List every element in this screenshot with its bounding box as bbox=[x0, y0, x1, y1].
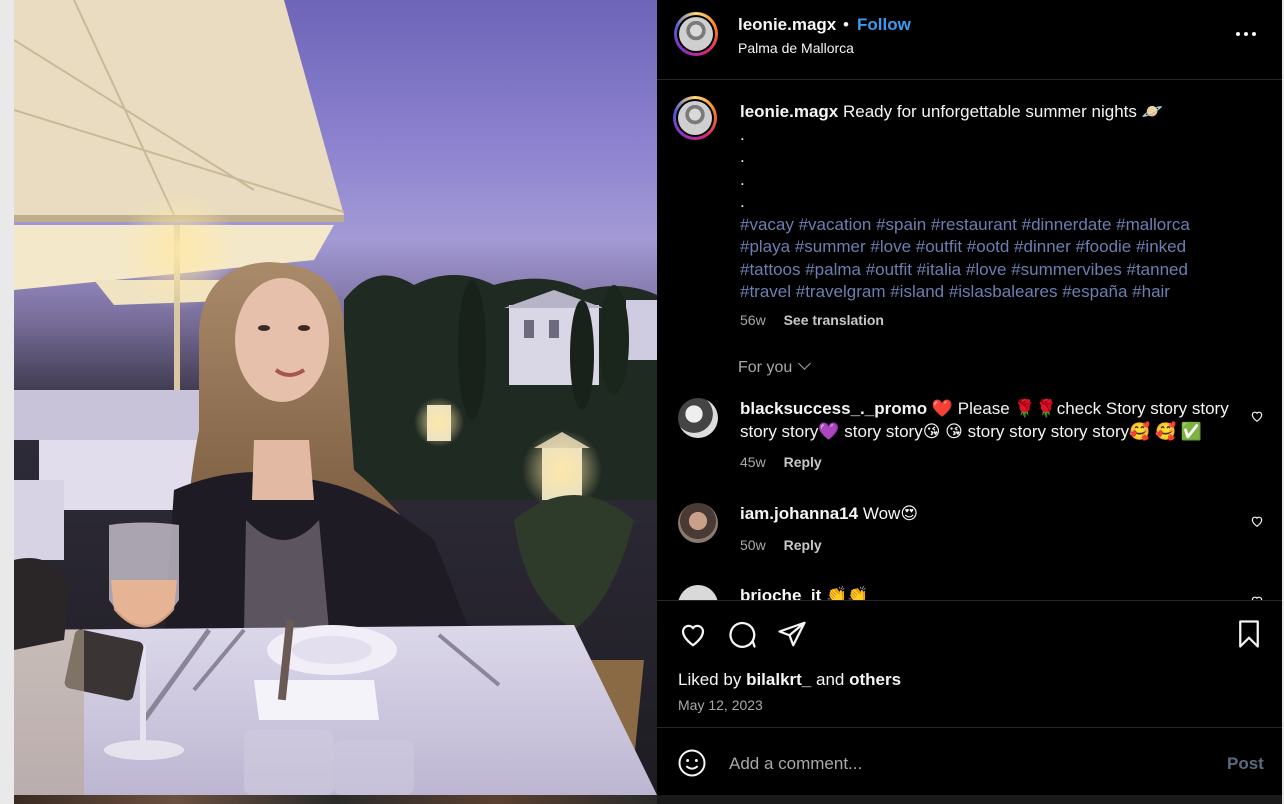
reply-button[interactable]: Reply bbox=[784, 537, 822, 553]
photo-illustration bbox=[14, 0, 657, 795]
for-you-label: For you bbox=[738, 359, 793, 376]
caption-text: Ready for unforgettable summer nights 🪐 bbox=[843, 102, 1163, 121]
post-caption: leonie.magx Ready for unforgettable summ… bbox=[740, 101, 1240, 304]
post-location[interactable]: Palma de Mallorca bbox=[738, 40, 854, 56]
liked-by-and: and bbox=[816, 670, 845, 689]
author-avatar[interactable] bbox=[674, 12, 718, 56]
header-separator: • bbox=[843, 15, 849, 34]
liked-by-prefix: Liked by bbox=[678, 670, 742, 689]
heart-icon[interactable] bbox=[677, 619, 709, 649]
comment-item: iam.johanna14 Wow😍 bbox=[740, 503, 1240, 526]
comment-item: blacksuccess_._promo ❤️ Please 🌹🌹check S… bbox=[740, 398, 1240, 443]
for-you-dropdown[interactable]: For you bbox=[738, 357, 812, 377]
page-background-bottom bbox=[14, 795, 657, 804]
post-comment-button[interactable]: Post bbox=[1227, 754, 1264, 774]
more-icon[interactable] bbox=[1234, 22, 1258, 46]
caption-meta: 56w See translation bbox=[740, 312, 884, 328]
caption-author-avatar[interactable] bbox=[673, 96, 717, 140]
post-date[interactable]: May 12, 2023 bbox=[678, 697, 763, 713]
caption-dot: . bbox=[740, 124, 745, 144]
comment-meta: 50w Reply bbox=[740, 537, 822, 553]
liked-by-others[interactable]: others bbox=[849, 670, 901, 689]
small-heart-icon[interactable] bbox=[1250, 514, 1264, 528]
share-icon[interactable] bbox=[777, 619, 807, 649]
bookmark-icon[interactable] bbox=[1236, 619, 1262, 649]
liked-by: Liked by bilalkrt_ and others bbox=[678, 670, 901, 690]
post-actions: Liked by bilalkrt_ and others May 12, 20… bbox=[657, 600, 1283, 796]
caption-dots: . . . . bbox=[740, 124, 1240, 214]
comment-meta: 45w Reply bbox=[740, 454, 822, 470]
caption-hashtags[interactable]: #vacay #vacation #spain #restaurant #din… bbox=[740, 214, 1240, 304]
see-translation-button[interactable]: See translation bbox=[784, 312, 884, 328]
comment-text: Wow😍 bbox=[862, 504, 919, 523]
instagram-post-modal: leonie.magx • Follow Palma de Mallorca l… bbox=[0, 0, 1284, 804]
caption-dot: . bbox=[740, 192, 745, 211]
comment-avatar[interactable] bbox=[678, 585, 718, 600]
reply-button[interactable]: Reply bbox=[784, 454, 822, 470]
page-background-left bbox=[0, 0, 14, 804]
comment-avatar[interactable] bbox=[678, 398, 718, 438]
comment-username[interactable]: brioche_it bbox=[740, 586, 821, 600]
comment-username[interactable]: blacksuccess_._promo bbox=[740, 399, 927, 418]
post-header: leonie.magx • Follow Palma de Mallorca bbox=[657, 0, 1283, 80]
comment-avatar[interactable] bbox=[678, 503, 718, 543]
author-username[interactable]: leonie.magx bbox=[738, 15, 836, 35]
caption-dot: . bbox=[740, 169, 745, 189]
liked-by-user[interactable]: bilalkrt_ bbox=[746, 670, 811, 689]
caption-username[interactable]: leonie.magx bbox=[740, 102, 838, 121]
comment-text: 👏👏 bbox=[825, 586, 869, 600]
caption-dot: . bbox=[740, 147, 745, 166]
comment-item: brioche_it 👏👏 bbox=[740, 585, 1240, 600]
post-details-panel: leonie.magx • Follow Palma de Mallorca l… bbox=[657, 0, 1283, 795]
emoji-icon[interactable] bbox=[677, 748, 707, 778]
comment-age: 50w bbox=[740, 537, 766, 553]
post-photo[interactable] bbox=[14, 0, 657, 795]
caption-age: 56w bbox=[740, 312, 766, 328]
follow-button[interactable]: Follow bbox=[857, 15, 911, 35]
comment-age: 45w bbox=[740, 454, 766, 470]
chevron-down-icon bbox=[798, 357, 812, 370]
comment-icon[interactable] bbox=[727, 619, 757, 649]
small-heart-icon[interactable] bbox=[1250, 409, 1264, 423]
comment-username[interactable]: iam.johanna14 bbox=[740, 504, 858, 523]
comment-input[interactable] bbox=[727, 750, 1181, 778]
comment-bar: Post bbox=[657, 727, 1283, 797]
comments-scroll-area[interactable]: leonie.magx Ready for unforgettable summ… bbox=[657, 80, 1283, 600]
